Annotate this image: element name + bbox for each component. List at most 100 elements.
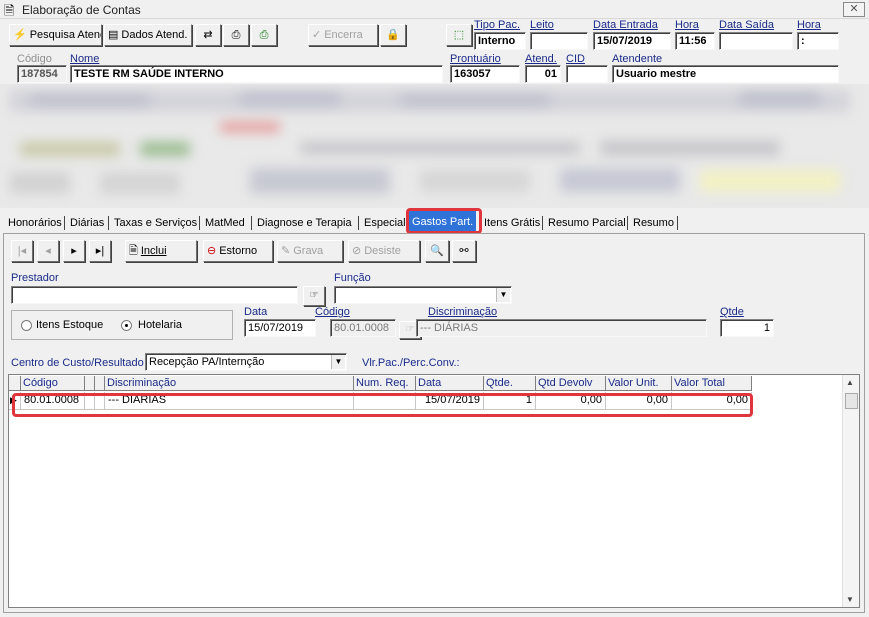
- print-green-button[interactable]: ⎙: [251, 24, 277, 46]
- grid-header-qtde[interactable]: Qtde.: [484, 376, 536, 391]
- grid-scrollbar[interactable]: ▲ ▼: [842, 375, 859, 607]
- binoculars-icon: ⚯: [459, 245, 469, 257]
- prestador-field[interactable]: [11, 286, 298, 304]
- binoculars-button[interactable]: ⚯: [452, 240, 476, 262]
- grid-header-valor-total[interactable]: Valor Total: [672, 376, 752, 391]
- tab-especial[interactable]: Especial: [361, 213, 409, 233]
- tab-diarias[interactable]: Diárias: [67, 213, 107, 233]
- grid-header-flag[interactable]: [85, 376, 95, 391]
- next-icon: ▸: [71, 245, 77, 257]
- blurred-details-region: [0, 84, 869, 208]
- hotelaria-label: Hotelaria: [138, 319, 183, 331]
- codigo-field[interactable]: 80.01.0008: [330, 319, 396, 337]
- data-entrada-label: Data Entrada: [593, 19, 658, 31]
- grid-header-qtd-devolv[interactable]: Qtd Devolv: [536, 376, 606, 391]
- qtde-field[interactable]: 1: [720, 319, 774, 337]
- desiste-button[interactable]: ⊘ Desiste: [348, 240, 420, 262]
- checkmark-icon: ✓: [312, 29, 322, 41]
- grid-header-data[interactable]: Data: [416, 376, 484, 391]
- atend-field[interactable]: 01: [525, 65, 561, 83]
- grava-button[interactable]: ✎ Grava: [277, 240, 343, 262]
- cid-field[interactable]: [566, 65, 608, 83]
- hotelaria-radio[interactable]: [121, 320, 132, 331]
- printer-green-icon: ⎙: [259, 29, 269, 41]
- tab-taxas-servicos[interactable]: Taxas e Serviços: [111, 213, 200, 233]
- grid-header-num-req[interactable]: Num. Req.: [354, 376, 416, 391]
- printer-icon: ⎙: [231, 29, 241, 41]
- tab-honorarios[interactable]: Honorários: [5, 213, 65, 233]
- first-record-button[interactable]: |◂: [11, 240, 33, 262]
- zoom-button[interactable]: 🔍: [425, 240, 449, 262]
- funcao-select[interactable]: ▼: [334, 286, 512, 304]
- nome-label: Nome: [70, 53, 100, 65]
- first-icon: |◂: [17, 245, 27, 257]
- lock-icon: 🔒: [386, 29, 400, 41]
- window-close-button[interactable]: ✕: [843, 2, 865, 17]
- atendente-field[interactable]: Usuario mestre: [612, 65, 839, 83]
- discriminacao-label: Discriminação: [428, 306, 498, 318]
- prestador-label: Prestador: [11, 272, 59, 284]
- data-saida-field[interactable]: [719, 32, 793, 50]
- grid-header-valor-unit[interactable]: Valor Unit.: [606, 376, 672, 391]
- codigo-label: Código: [315, 306, 350, 318]
- print-button[interactable]: ⎙: [223, 24, 249, 46]
- prestador-lookup-button[interactable]: ☞: [303, 286, 325, 306]
- discriminacao-field[interactable]: --- DIÁRIAS: [416, 319, 707, 337]
- leito-field[interactable]: [530, 32, 588, 50]
- centro-custo-label: Centro de Custo/Resultado: [11, 357, 144, 369]
- chevron-down-icon: ▼: [331, 355, 345, 369]
- next-record-button[interactable]: ▸: [63, 240, 85, 262]
- cid-label: CID: [566, 53, 585, 65]
- itens-estoque-label: Itens Estoque: [36, 319, 104, 331]
- transfer-button[interactable]: ⇄: [195, 24, 221, 46]
- scroll-thumb[interactable]: [845, 393, 858, 409]
- codigo-paciente-field[interactable]: 187854: [17, 65, 67, 83]
- codigo-paciente-label: Código: [17, 53, 52, 65]
- atend-label: Atend.: [525, 53, 557, 65]
- add-document-icon: 🗎: [129, 245, 138, 257]
- app-icon: 🗎: [4, 3, 15, 18]
- tab-diagnose-terapia[interactable]: Diagnose e Terapia: [254, 213, 355, 233]
- scroll-down-icon[interactable]: ▼: [846, 595, 854, 604]
- atendente-label: Atendente: [612, 53, 663, 65]
- estorno-button[interactable]: ⊖ Estorno: [203, 240, 273, 262]
- data-label: Data: [244, 306, 268, 318]
- grid-header-flag2[interactable]: [95, 376, 105, 391]
- dados-atend-button[interactable]: ▤ Dados Atend.: [104, 24, 192, 46]
- tab-itens-gratis[interactable]: Itens Grátis: [481, 213, 543, 233]
- cancel-icon: ⊘: [352, 245, 362, 257]
- last-record-button[interactable]: ▸|: [89, 240, 111, 262]
- nome-field[interactable]: TESTE RM SAÚDE INTERNO: [70, 65, 443, 83]
- tab-matmed[interactable]: MatMed: [202, 213, 248, 233]
- funcao-label: Função: [334, 272, 371, 284]
- hora-field[interactable]: 11:56: [675, 32, 715, 50]
- prontuario-field[interactable]: 163057: [450, 65, 520, 83]
- grid-indicator-header: [9, 376, 21, 391]
- scroll-up-icon[interactable]: ▲: [846, 378, 854, 387]
- inclui-button[interactable]: 🗎 Inclui: [125, 240, 197, 262]
- tab-resumo-parcial[interactable]: Resumo Parcial: [545, 213, 629, 233]
- minus-circle-icon: ⊖: [207, 245, 217, 257]
- prev-icon: ◂: [45, 245, 51, 257]
- data-field[interactable]: 15/07/2019: [244, 319, 316, 337]
- tab-resumo[interactable]: Resumo: [630, 213, 677, 233]
- exit-button[interactable]: ⬚: [446, 24, 472, 46]
- hora-saida-field[interactable]: :: [797, 32, 839, 50]
- encerra-button[interactable]: ✓ Encerra: [308, 24, 378, 46]
- hora-saida-label: Hora: [797, 19, 821, 31]
- transfer-icon: ⇄: [203, 29, 213, 41]
- lock-button[interactable]: 🔒: [380, 24, 406, 46]
- itens-estoque-radio[interactable]: [21, 320, 32, 331]
- centro-custo-select[interactable]: Recepção PA/Internção ▼: [145, 353, 347, 371]
- prev-record-button[interactable]: ◂: [37, 240, 59, 262]
- tab-highlight-box: [406, 208, 482, 234]
- leito-label: Leito: [530, 19, 554, 31]
- tipo-pac-label: Tipo Pac.: [474, 19, 521, 31]
- data-entrada-field[interactable]: 15/07/2019: [593, 32, 671, 50]
- chevron-down-icon: ▼: [496, 288, 510, 302]
- pesquisa-atend-button[interactable]: ⚡ Pesquisa Atend.: [9, 24, 102, 46]
- grid-header-discriminacao[interactable]: Discriminação: [105, 376, 354, 391]
- tipo-pac-field[interactable]: Interno: [474, 32, 526, 50]
- grid-header-codigo[interactable]: Código: [21, 376, 85, 391]
- window-title: Elaboração de Contas: [22, 3, 141, 17]
